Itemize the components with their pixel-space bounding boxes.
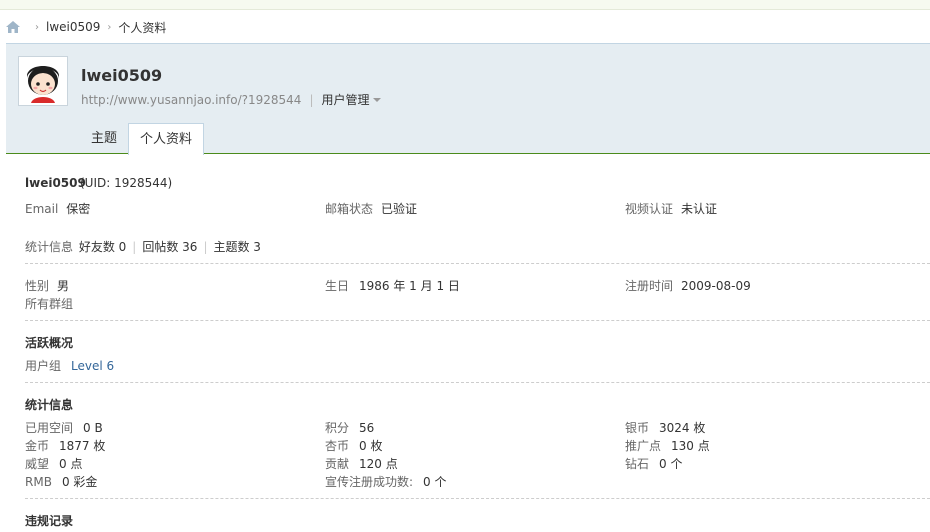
gold-value: 1877 枚	[59, 439, 106, 453]
gold-label: 金币	[25, 439, 50, 453]
silver-label: 银币	[625, 421, 650, 435]
separator: |	[309, 92, 314, 107]
stats-label: 统计信息	[25, 240, 74, 254]
user-manage-menu[interactable]: 用户管理	[321, 91, 369, 108]
statistics-heading: 统计信息	[25, 398, 74, 412]
rmb-value: 0 彩金	[61, 475, 98, 489]
replies-count[interactable]: 回帖数 36	[142, 240, 197, 254]
regtime-value: 2009-08-09	[681, 279, 751, 293]
video-value: 未认证	[681, 202, 718, 216]
email-value: 保密	[66, 202, 91, 216]
breadcrumb-current: 个人资料	[118, 20, 167, 35]
divider	[25, 382, 930, 383]
breadcrumb-user-link[interactable]: lwei0509	[46, 20, 100, 34]
topics-count[interactable]: 主题数 3	[213, 240, 260, 254]
apricot-value: 0 枚	[359, 439, 383, 453]
points-label: 积分	[325, 421, 350, 435]
profile-username: lwei0509	[81, 66, 163, 85]
divider	[25, 498, 930, 499]
birthday-value: 1986 年 1 月 1 日	[359, 279, 460, 293]
profile-tabs: 主题 个人资料	[80, 123, 205, 155]
info-username: lwei0509	[25, 176, 86, 190]
breadcrumb: › lwei0509 › 个人资料	[6, 17, 166, 37]
contrib-label: 贡献	[325, 457, 350, 471]
usergroup-label: 用户组	[25, 359, 62, 373]
home-icon[interactable]	[6, 21, 20, 33]
mail-status-label: 邮箱状态	[325, 202, 374, 216]
space-value: 0 B	[83, 421, 103, 435]
prestige-label: 威望	[25, 457, 50, 471]
promo-value: 130 点	[671, 439, 710, 453]
friends-count[interactable]: 好友数 0	[79, 240, 126, 254]
promo-label: 推广点	[625, 439, 662, 453]
diamond-value: 0 个	[659, 457, 683, 471]
gender-label: 性别	[25, 279, 50, 293]
contrib-value: 120 点	[359, 457, 398, 471]
breadcrumb-separator-icon: ›	[35, 21, 39, 33]
gender-value: 男	[57, 279, 70, 293]
profile-url[interactable]: http://www.yusannjao.info/?1928544	[81, 93, 301, 107]
activity-heading: 活跃概况	[25, 336, 74, 350]
email-label: Email	[25, 202, 59, 216]
birthday-label: 生日	[325, 279, 350, 293]
profile-header: lwei0509 http://www.yusannjao.info/?1928…	[6, 43, 930, 155]
space-label: 已用空间	[25, 421, 74, 435]
top-strip	[0, 0, 930, 10]
invite-label: 宣传注册成功数:	[325, 475, 414, 489]
apricot-label: 杏币	[325, 439, 350, 453]
violations-heading: 违规记录	[25, 514, 74, 528]
tab-profile[interactable]: 个人资料	[128, 123, 205, 155]
silver-value: 3024 枚	[659, 421, 706, 435]
usergroup-link[interactable]: Level 6	[71, 359, 114, 373]
tab-topics[interactable]: 主题	[80, 123, 128, 154]
invite-value: 0 个	[423, 475, 447, 489]
chevron-down-icon[interactable]	[372, 97, 381, 102]
prestige-value: 0 点	[59, 457, 83, 471]
breadcrumb-separator-icon: ›	[107, 21, 112, 33]
points-value: 56	[359, 421, 375, 435]
info-uid: (UID: 1928544)	[80, 176, 173, 190]
diamond-label: 钻石	[625, 457, 650, 471]
divider	[25, 320, 930, 321]
video-label: 视频认证	[625, 202, 674, 216]
avatar[interactable]	[18, 56, 68, 106]
mail-status-value: 已验证	[381, 202, 418, 216]
rmb-label: RMB	[25, 475, 52, 489]
groups-label: 所有群组	[25, 297, 74, 311]
divider	[25, 263, 930, 264]
regtime-label: 注册时间	[625, 279, 674, 293]
